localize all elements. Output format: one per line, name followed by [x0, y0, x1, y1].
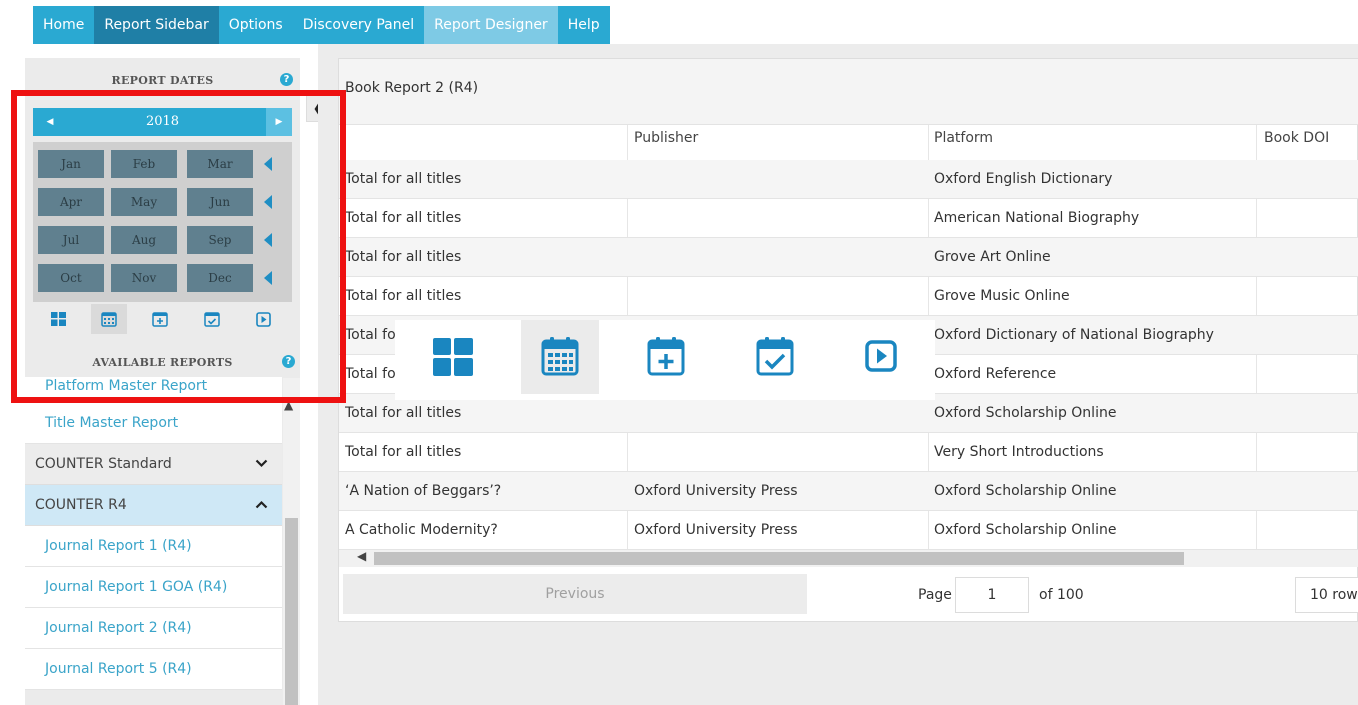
report-item-journal-report-5[interactable]: Journal Report 5 (R4) [25, 649, 282, 690]
report-item-title-master[interactable]: Title Master Report [25, 403, 282, 444]
available-reports-list: Platform Master Report Title Master Repo… [25, 377, 282, 690]
table-cell: Total for all titles [345, 288, 462, 304]
report-title: Book Report 2 (R4) [345, 80, 479, 96]
report-card-header [339, 59, 1358, 125]
table-cell: Oxford University Press [634, 483, 798, 499]
table-cell: Oxford Scholarship Online [934, 483, 1117, 499]
table-cell: A Catholic Modernity? [345, 522, 498, 538]
table-cell: Oxford English Dictionary [934, 171, 1113, 187]
table-row[interactable]: Total for all titles American National Bi… [339, 199, 1358, 238]
table-cell: Oxford Dictionary of National Biography [934, 327, 1214, 343]
nav-options[interactable]: Options [219, 6, 293, 44]
table-horizontal-scrollbar[interactable]: ◀ [339, 549, 1358, 567]
table-cell: Total for all titles [345, 249, 462, 265]
sidebar-scrollbar[interactable] [283, 378, 300, 705]
previous-page-button[interactable]: Previous [343, 574, 807, 614]
chevron-up-icon [255, 485, 268, 526]
table-cell: Oxford Reference [934, 366, 1057, 382]
report-dates-help-icon[interactable]: ? [280, 73, 293, 86]
play-box-icon [865, 340, 897, 376]
table-row[interactable]: A Catholic Modernity? Oxford University P… [339, 511, 1358, 550]
nav-report-designer[interactable]: Report Designer [424, 6, 558, 44]
nav-home[interactable]: Home [33, 6, 94, 44]
nav-discovery-panel[interactable]: Discovery Panel [293, 6, 424, 44]
report-group-counter-r4[interactable]: COUNTER R4 [25, 485, 282, 526]
scroll-left-arrow-icon[interactable]: ◀ [357, 549, 366, 563]
report-item-journal-report-1-goa[interactable]: Journal Report 1 GOA (R4) [25, 567, 282, 608]
top-nav: Home Report Sidebar Options Discovery Pa… [33, 6, 610, 44]
table-cell: Oxford Scholarship Online [934, 522, 1117, 538]
table-cell: Total for all titles [345, 210, 462, 226]
column-header-publisher[interactable]: Publisher [634, 130, 698, 146]
table-row[interactable]: Total for all titles Oxford English Dicti… [339, 160, 1358, 199]
table-cell: ‘A Nation of Beggars’? [345, 483, 502, 499]
table-row[interactable]: Total for all titles Grove Art Online [339, 238, 1358, 277]
column-header-platform[interactable]: Platform [934, 130, 993, 146]
highlight-frame [11, 90, 346, 403]
zoomed-view-icons [395, 320, 935, 400]
group-label: COUNTER Standard [35, 456, 172, 472]
table-row[interactable]: Total for all titles Very Short Introduct… [339, 433, 1358, 472]
nav-report-sidebar[interactable]: Report Sidebar [94, 6, 219, 44]
group-label: COUNTER R4 [35, 497, 127, 513]
grid-view-icon [433, 338, 473, 380]
chevron-down-icon [255, 444, 268, 485]
table-cell: American National Biography [934, 210, 1140, 226]
table-cell: Total for all titles [345, 444, 462, 460]
page-number-input[interactable] [955, 577, 1029, 613]
table-cell: Total for all titles [345, 171, 462, 187]
table-cell: Oxford University Press [634, 522, 798, 538]
calendar-check-icon [756, 336, 794, 380]
report-item-journal-report-2[interactable]: Journal Report 2 (R4) [25, 608, 282, 649]
page-count-label: of 100 [1039, 587, 1084, 603]
report-dates-title: REPORT DATES [111, 74, 214, 87]
pagination-bar: Previous Page of 100 10 rows [339, 570, 1358, 622]
column-header-book-doi[interactable]: Book DOI [1264, 130, 1329, 146]
table-cell: Very Short Introductions [934, 444, 1104, 460]
table-cell: Grove Music Online [934, 288, 1070, 304]
table-cell: Grove Art Online [934, 249, 1051, 265]
page-label: Page [918, 587, 952, 603]
table-row[interactable]: Total for all titles Grove Music Online [339, 277, 1358, 316]
table-cell: Oxford Scholarship Online [934, 405, 1117, 421]
rows-per-page-select[interactable]: 10 rows [1295, 577, 1358, 613]
report-group-counter-standard[interactable]: COUNTER Standard [25, 444, 282, 485]
nav-help[interactable]: Help [558, 6, 610, 44]
calendar-plus-icon [647, 336, 685, 380]
report-item-journal-report-1[interactable]: Journal Report 1 (R4) [25, 526, 282, 567]
table-row[interactable]: ‘A Nation of Beggars’? Oxford University … [339, 472, 1358, 511]
table-scroll-thumb[interactable] [374, 552, 1184, 565]
sidebar-scroll-thumb[interactable] [285, 518, 298, 705]
calendar-view-icon [541, 336, 579, 380]
